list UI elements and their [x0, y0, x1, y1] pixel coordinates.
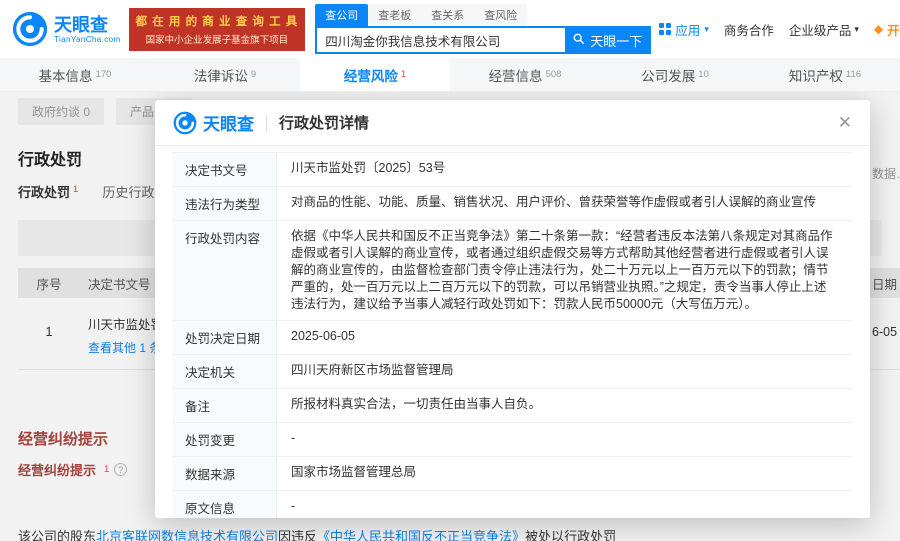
detail-label: 处罚决定日期: [173, 321, 277, 354]
detail-value: -: [277, 491, 852, 518]
company-search-input[interactable]: [317, 28, 565, 52]
tab-company-development[interactable]: 公司发展10: [600, 58, 750, 91]
tab-business-risk[interactable]: 经营风险1: [300, 58, 450, 91]
detail-value: 所报材料真实合法，一切责任由当事人自负。: [277, 389, 852, 422]
tab-basic-info-label: 基本信息: [39, 65, 93, 85]
tab-count: 9: [251, 69, 256, 80]
vip-diamond-icon: ◆: [874, 22, 883, 36]
tab-company-development-label: 公司发展: [641, 65, 695, 85]
close-icon[interactable]: ✕: [838, 114, 852, 131]
nav-vip-label: 开通: [887, 20, 900, 39]
tab-basic-info[interactable]: 基本信息170: [0, 58, 150, 91]
penalty-detail-table: 决定书文号 川天市监处罚〔2025〕53号 违法行为类型 对商品的性能、功能、质…: [173, 152, 852, 518]
tab-legal-cases-label: 法律诉讼: [194, 65, 248, 85]
detail-value: 对商品的性能、功能、质量、销售状况、用户评价、曾获荣誉等作虚假或者引人误解的商业…: [277, 187, 852, 220]
detail-row: 备注 所报材料真实合法，一切责任由当事人自负。: [173, 389, 852, 423]
detail-label: 处罚变更: [173, 423, 277, 456]
divider: [266, 115, 267, 131]
modal-brand-name: 天眼查: [203, 110, 254, 135]
detail-label: 决定书文号: [173, 153, 277, 186]
detail-value: 2025-06-05: [277, 321, 852, 354]
detail-row: 违法行为类型 对商品的性能、功能、质量、销售状况、用户评价、曾获荣誉等作虚假或者…: [173, 187, 852, 221]
tianyancha-logo[interactable]: 天眼查 TianYanCha.com: [12, 11, 121, 47]
detail-row: 原文信息 -: [173, 491, 852, 518]
detail-value: 依据《中华人民共和国反不正当竞争法》第二十条第一款：“经营者违反本法第八条规定对…: [277, 221, 852, 320]
search-tab-relation[interactable]: 查关系: [421, 4, 474, 26]
detail-label: 数据来源: [173, 457, 277, 490]
tab-business-info-label: 经营信息: [489, 65, 543, 85]
tab-business-info[interactable]: 经营信息508: [450, 58, 600, 91]
nav-vip-upgrade[interactable]: ◆ 开通: [874, 20, 900, 39]
promo-banner: 都 在 用 的 商 业 查 询 工 具 国家中小企业发展子基金旗下项目: [129, 8, 306, 51]
tab-count: 508: [546, 69, 562, 80]
chevron-down-icon: ▾: [854, 24, 859, 35]
detail-label: 决定机关: [173, 355, 277, 388]
brand-name: 天眼查: [54, 15, 121, 35]
promo-line1: 都 在 用 的 商 业 查 询 工 具: [136, 13, 299, 29]
top-header: 天眼查 TianYanCha.com 都 在 用 的 商 业 查 询 工 具 国…: [0, 0, 900, 58]
detail-label: 备注: [173, 389, 277, 422]
search-tab-company[interactable]: 查公司: [315, 4, 368, 26]
detail-value: -: [277, 423, 852, 456]
tab-business-risk-label: 经营风险: [344, 65, 398, 85]
detail-row: 决定机关 四川天府新区市场监督管理局: [173, 355, 852, 389]
detail-row: 处罚变更 -: [173, 423, 852, 457]
company-nav-tabs: 基本信息170 法律诉讼9 经营风险1 经营信息508 公司发展10 知识产权1…: [0, 58, 900, 92]
nav-cooperation[interactable]: 商务合作: [724, 20, 774, 39]
grid-icon: [659, 23, 671, 35]
tab-count: 116: [846, 69, 861, 80]
search-tab-boss[interactable]: 查老板: [368, 4, 421, 26]
search-button-label: 天眼一下: [590, 31, 642, 50]
detail-row: 决定书文号 川天市监处罚〔2025〕53号: [173, 153, 852, 187]
search-tab-risk[interactable]: 查风险: [474, 4, 527, 26]
detail-value: 川天市监处罚〔2025〕53号: [277, 153, 852, 186]
tab-count: 1: [401, 69, 406, 80]
detail-label: 行政处罚内容: [173, 221, 277, 320]
nav-enterprise[interactable]: 企业级产品 ▾: [789, 20, 859, 39]
detail-row: 数据来源 国家市场监督管理总局: [173, 457, 852, 491]
tab-count: 170: [96, 69, 112, 80]
top-nav: 应用 ▾ 商务合作 企业级产品 ▾ ◆ 开通: [651, 20, 900, 39]
detail-value: 四川天府新区市场监督管理局: [277, 355, 852, 388]
tab-intellectual-property[interactable]: 知识产权116: [750, 58, 900, 91]
modal-title: 行政处罚详情: [279, 112, 369, 133]
modal-header: 天眼查 行政处罚详情 ✕: [155, 100, 870, 146]
nav-apps[interactable]: 应用 ▾: [659, 20, 709, 39]
search-button[interactable]: 天眼一下: [565, 28, 649, 52]
detail-row: 处罚决定日期 2025-06-05: [173, 321, 852, 355]
search-box: 天眼一下: [315, 26, 651, 54]
detail-label: 违法行为类型: [173, 187, 277, 220]
detail-label: 原文信息: [173, 491, 277, 518]
detail-value: 国家市场监督管理总局: [277, 457, 852, 490]
penalty-detail-modal: 天眼查 行政处罚详情 ✕ 决定书文号 川天市监处罚〔2025〕53号 违法行为类…: [155, 100, 870, 518]
tab-legal-cases[interactable]: 法律诉讼9: [150, 58, 300, 91]
tab-count: 10: [698, 69, 709, 80]
brand-domain: TianYanCha.com: [54, 35, 121, 44]
tianyancha-logo-icon: [12, 11, 48, 47]
tab-intellectual-property-label: 知识产权: [789, 65, 843, 85]
search-icon: [572, 32, 585, 48]
promo-line2: 国家中小企业发展子基金旗下项目: [136, 32, 299, 46]
chevron-down-icon: ▾: [704, 24, 709, 35]
detail-row: 行政处罚内容 依据《中华人民共和国反不正当竞争法》第二十条第一款：“经营者违反本…: [173, 221, 852, 321]
search-type-tabs: 查公司 查老板 查关系 查风险: [315, 4, 651, 26]
search-module: 查公司 查老板 查关系 查风险 天眼一下: [315, 4, 651, 54]
modal-tianyancha-logo: [173, 111, 197, 135]
nav-enterprise-label: 企业级产品: [789, 20, 852, 39]
nav-apps-label: 应用: [675, 20, 700, 39]
